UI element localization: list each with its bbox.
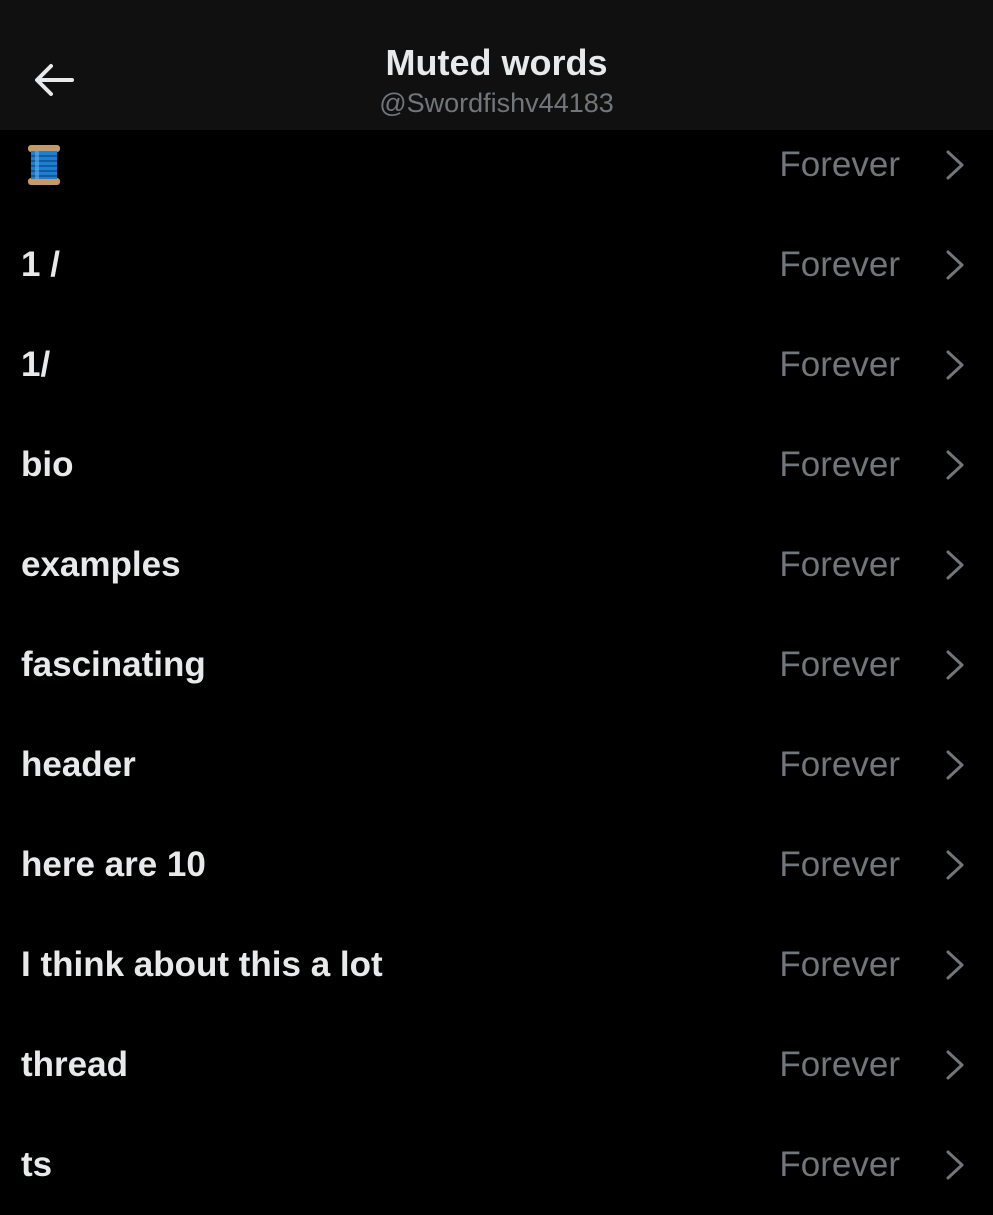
page-title: Muted words (385, 42, 608, 83)
mute-duration: Forever (779, 545, 900, 584)
muted-word-row[interactable]: examples Forever (0, 515, 993, 615)
muted-word-text: header (21, 745, 136, 784)
muted-word-row[interactable]: header Forever (0, 715, 993, 815)
muted-word-text: thread (21, 1045, 128, 1084)
muted-word-row[interactable]: here are 10 Forever (0, 815, 993, 915)
mute-duration: Forever (779, 345, 900, 384)
muted-word-text: here are 10 (21, 845, 206, 884)
chevron-right-icon (946, 350, 964, 380)
muted-word-row[interactable]: 1 / Forever (0, 215, 993, 315)
chevron-right-icon (946, 1050, 964, 1080)
top-bar: Muted words @Swordfishv44183 (0, 0, 993, 130)
muted-word-row[interactable]: 1/ Forever (0, 315, 993, 415)
mute-duration: Forever (779, 1045, 900, 1084)
muted-word-text: 1/ (21, 345, 51, 384)
muted-word-text: ts (21, 1145, 53, 1184)
mute-duration: Forever (779, 645, 900, 684)
chevron-right-icon (946, 550, 964, 580)
muted-word-text: fascinating (21, 645, 206, 684)
chevron-right-icon (946, 950, 964, 980)
mute-duration: Forever (779, 245, 900, 284)
mute-duration: Forever (779, 845, 900, 884)
muted-word-text: bio (21, 445, 74, 484)
mute-duration: Forever (779, 1145, 900, 1184)
chevron-right-icon (946, 850, 964, 880)
muted-word-text: I think about this a lot (21, 945, 383, 984)
muted-words-list: Forever 1 / Forever 1/ Forever bio Forev… (0, 115, 993, 1215)
chevron-right-icon (946, 250, 964, 280)
mute-duration: Forever (779, 745, 900, 784)
chevron-right-icon (946, 650, 964, 680)
muted-word-row[interactable]: thread Forever (0, 1015, 993, 1115)
chevron-right-icon (946, 750, 964, 780)
chevron-right-icon (946, 1150, 964, 1180)
mute-duration: Forever (779, 445, 900, 484)
muted-word-row[interactable]: Forever (0, 115, 993, 215)
chevron-right-icon (946, 450, 964, 480)
muted-word-text: examples (21, 545, 181, 584)
mute-duration: Forever (779, 145, 900, 184)
spool-of-thread-emoji-icon (28, 145, 60, 185)
muted-word-row[interactable]: bio Forever (0, 415, 993, 515)
muted-word-row[interactable]: I think about this a lot Forever (0, 915, 993, 1015)
mute-duration: Forever (779, 945, 900, 984)
muted-word-row[interactable]: fascinating Forever (0, 615, 993, 715)
chevron-right-icon (946, 150, 964, 180)
muted-word-row[interactable]: ts Forever (0, 1115, 993, 1215)
muted-word-text: 1 / (21, 245, 60, 284)
